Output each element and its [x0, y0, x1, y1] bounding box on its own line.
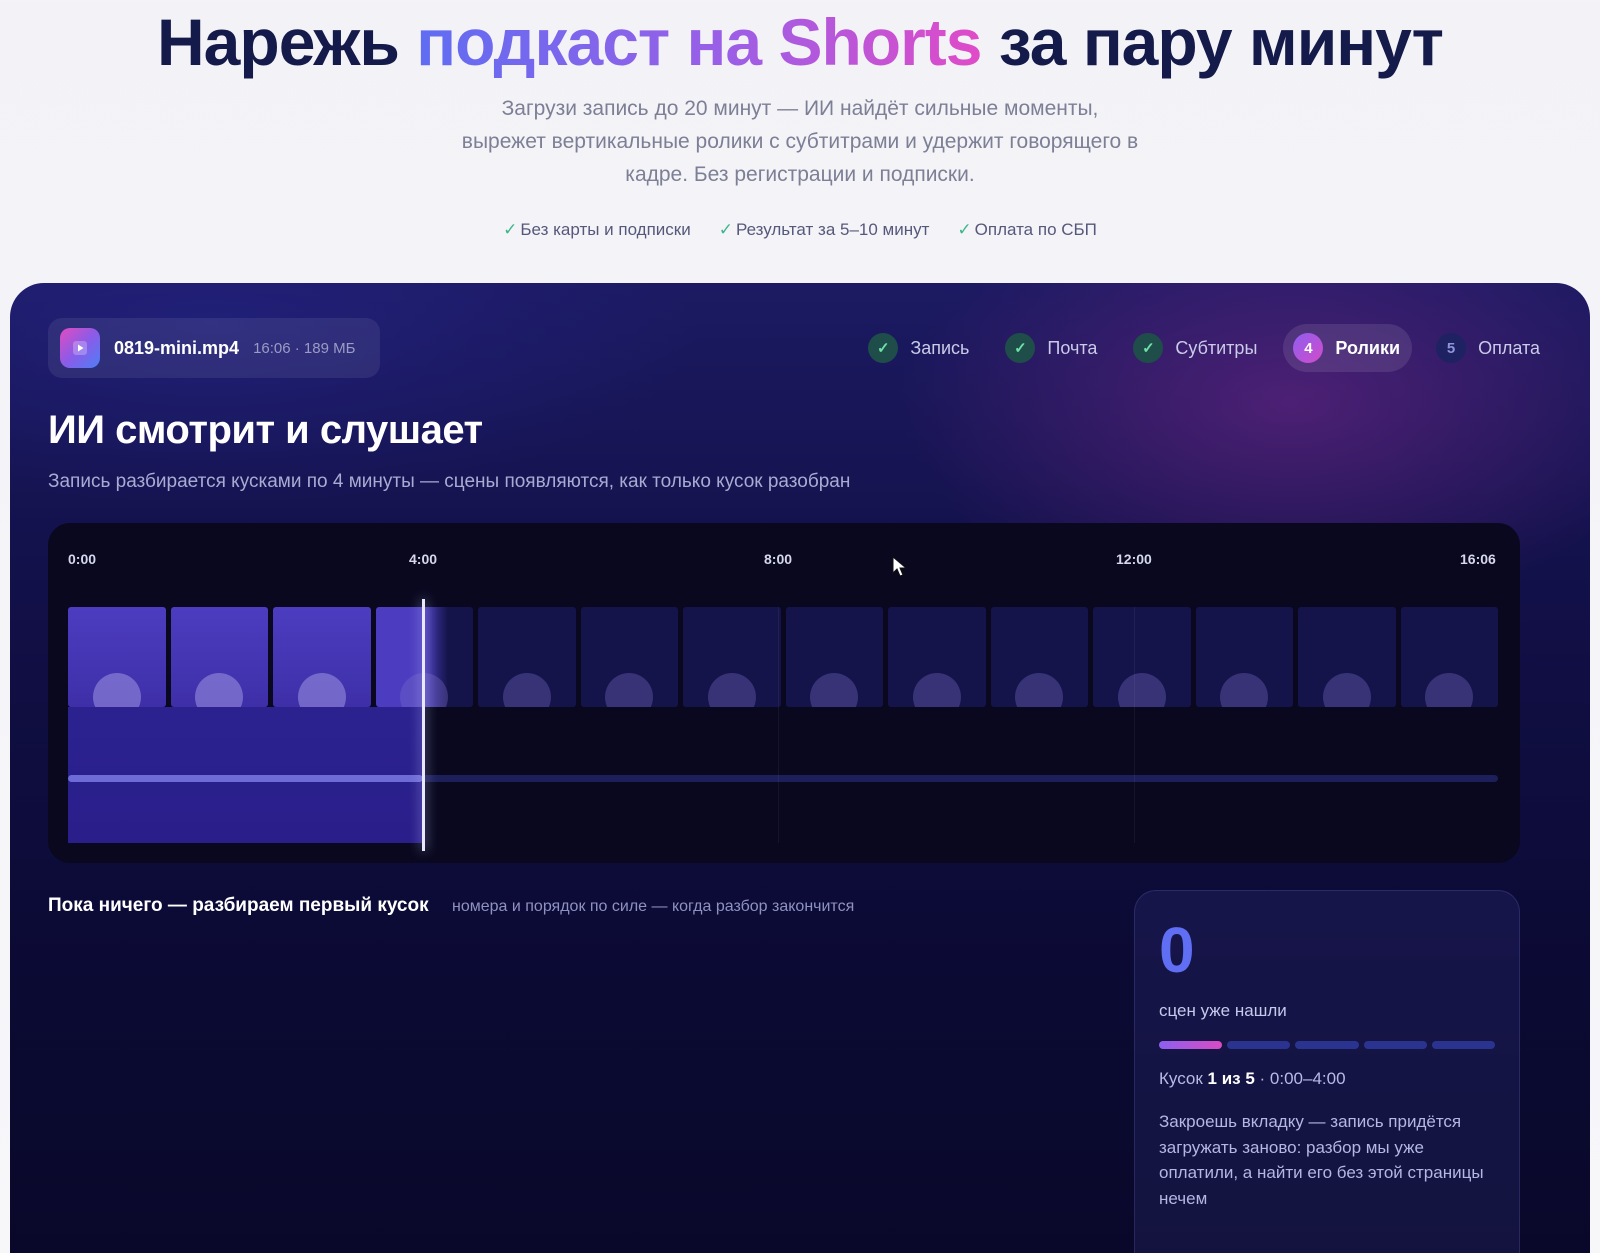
speaker-silhouette — [195, 673, 244, 707]
video-frame — [68, 607, 166, 707]
step-clips[interactable]: 4 Ролики — [1283, 324, 1413, 372]
step-number: 4 — [1293, 333, 1324, 363]
speaker-silhouette — [605, 673, 654, 707]
step-label: Ролики — [1335, 337, 1401, 358]
check-icon: ✓ — [718, 220, 733, 239]
perk-label: Оплата по СБП — [974, 220, 1097, 239]
chunk-index: 1 из 5 — [1207, 1069, 1255, 1088]
step-label: Оплата — [1478, 337, 1540, 358]
perk-label: Результат за 5–10 минут — [735, 220, 930, 239]
chunk-divider — [778, 607, 779, 843]
video-frame — [1298, 607, 1396, 707]
analysis-title: ИИ смотрит и слушает — [48, 408, 483, 452]
processing-panel: 0819-mini.mp4 16:06 · 189 МБ ✓ Запись ✓ По… — [10, 283, 1590, 1253]
speaker-silhouette — [297, 673, 346, 707]
check-icon: ✓ — [957, 220, 972, 239]
analysis-subtitle: Запись разбирается кусками по 4 минуты —… — [48, 471, 851, 492]
mouse-cursor-icon — [892, 556, 908, 577]
check-icon: ✓ — [868, 333, 899, 363]
step-email[interactable]: ✓ Почта — [995, 324, 1109, 372]
video-frame — [990, 607, 1088, 707]
speaker-silhouette — [1117, 673, 1166, 707]
chunk-progress-segment — [1159, 1041, 1223, 1049]
file-chip[interactable]: 0819-mini.mp4 16:06 · 189 МБ — [48, 318, 380, 378]
step-subtitles[interactable]: ✓ Субтитры — [1123, 324, 1269, 372]
speaker-silhouette — [1220, 673, 1269, 707]
perk-item: ✓ Результат за 5–10 минут — [719, 220, 930, 240]
chunk-progress-segment — [1431, 1041, 1496, 1049]
scenes-empty-message: Пока ничего — разбираем первый кусок — [48, 895, 429, 916]
step-recording[interactable]: ✓ Запись — [858, 324, 981, 372]
stats-card: 0 сцен уже нашли Кусок 1 из 5 · 0:00–4:0… — [1134, 890, 1520, 1253]
scenes-hint: номера и порядок по силе — когда разбор … — [452, 898, 855, 915]
step-label: Запись — [910, 337, 970, 358]
video-frame — [1093, 607, 1191, 707]
chunk-progress — [1159, 1041, 1496, 1051]
video-frame — [888, 607, 986, 707]
step-number: 5 — [1436, 333, 1467, 363]
play-icon — [60, 328, 100, 368]
speaker-silhouette — [502, 673, 551, 707]
scenes-count-label: сцен уже нашли — [1159, 1001, 1287, 1020]
chunk-progress-segment — [1227, 1041, 1291, 1049]
speaker-silhouette — [1322, 673, 1371, 707]
video-frame — [1400, 607, 1498, 707]
chunk-range: · 0:00–4:00 — [1254, 1069, 1346, 1088]
video-frame — [580, 607, 678, 707]
video-frame — [170, 607, 268, 707]
video-frame — [1195, 607, 1293, 707]
playhead[interactable] — [422, 599, 425, 851]
chunk-progress-segment — [1363, 1041, 1427, 1049]
tick-label: 4:00 — [409, 551, 438, 567]
speaker-silhouette — [707, 673, 756, 707]
hero-title: Нарежь подкаст на Shorts за пару минут — [0, 4, 1600, 80]
timeline-track[interactable] — [68, 599, 1498, 851]
file-meta: 16:06 · 189 МБ — [253, 339, 356, 357]
speaker-silhouette — [810, 673, 859, 707]
check-icon: ✓ — [503, 220, 518, 239]
check-icon: ✓ — [1133, 333, 1164, 363]
speaker-silhouette — [1015, 673, 1064, 707]
check-icon: ✓ — [1005, 333, 1036, 363]
perk-item: ✓ Без карты и подписки — [503, 220, 691, 240]
timeline[interactable]: 0:00 4:00 8:00 12:00 16:06 — [48, 523, 1520, 863]
frame-strip — [68, 607, 1498, 707]
tick-label: 16:06 — [1460, 551, 1496, 567]
hero-subtitle: Загрузи запись до 20 минут — ИИ найдёт с… — [461, 97, 1139, 186]
step-payment[interactable]: 5 Оплата — [1426, 324, 1552, 372]
chunk-progress-segment — [1295, 1041, 1359, 1049]
close-tab-warning: Закроешь вкладку — запись придётся загру… — [1159, 1112, 1484, 1208]
chunk-status: Кусок 1 из 5 · 0:00–4:00 — [1159, 1069, 1346, 1089]
video-frame — [785, 607, 883, 707]
tick-label: 12:00 — [1116, 551, 1152, 567]
speaker-silhouette — [92, 673, 141, 707]
chunk-prefix: Кусок — [1159, 1069, 1208, 1088]
step-label: Почта — [1047, 337, 1098, 358]
tick-label: 8:00 — [764, 551, 793, 567]
file-name: 0819-mini.mp4 — [114, 337, 240, 358]
step-label: Субтитры — [1175, 337, 1258, 358]
perks-list: ✓ Без карты и подписки ✓ Результат за 5–10… — [0, 220, 1600, 240]
hero-title-highlight: подкаст на Shorts — [416, 5, 982, 79]
video-frame — [273, 607, 371, 707]
stepper: ✓ Запись ✓ Почта ✓ Субтитры 4 Ролики 5 Оплата — [858, 323, 1552, 373]
speaker-silhouette — [912, 673, 961, 707]
audio-waveform-analyzed — [68, 775, 423, 782]
hero-title-prefix: Нарежь — [157, 5, 417, 79]
chunk-divider — [1134, 607, 1135, 843]
tick-label: 0:00 — [68, 551, 97, 567]
speaker-silhouette — [1425, 673, 1474, 707]
hero-title-suffix: за пару минут — [981, 5, 1444, 79]
video-frame — [683, 607, 781, 707]
video-frame — [478, 607, 576, 707]
perk-label: Без карты и подписки — [520, 220, 691, 239]
scenes-count: 0 — [1159, 914, 1195, 986]
perk-item: ✓ Оплата по СБП — [957, 220, 1097, 240]
